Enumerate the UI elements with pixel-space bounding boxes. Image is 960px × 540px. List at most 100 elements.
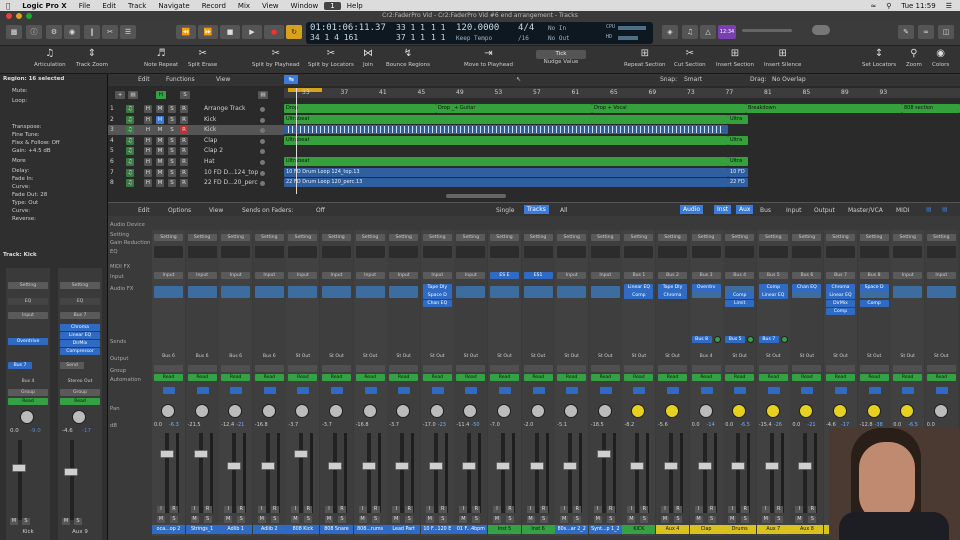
automation-read[interactable]: Read [725,374,755,381]
track-mute-button[interactable]: M [156,105,164,113]
automation-icon[interactable] [767,387,780,394]
browser-icon[interactable]: ◫ [938,25,954,39]
audio-fx-slot[interactable] [154,286,183,298]
audio-fx-plugin[interactable]: Tape Dly [658,284,687,291]
eq-thumbnail[interactable] [389,246,419,258]
output-slot[interactable]: St Out [927,353,956,360]
menu-navigate[interactable]: Navigate [152,2,195,10]
input-slot[interactable]: ES1 [523,272,553,279]
pan-knob[interactable] [765,404,780,418]
record-enable-button[interactable]: R [808,506,817,513]
setting-slot[interactable]: Setting [254,234,284,241]
strip-name[interactable]: Aux 7 [756,525,790,534]
output-slot[interactable]: St Out [288,353,317,360]
track-name[interactable]: 10 FD D...124_top [204,168,258,178]
pan-knob[interactable] [833,404,847,418]
solo-button[interactable]: S [405,516,414,523]
track-header[interactable]: 4 ♫ H M S R Clap [108,136,284,146]
cycle-icon[interactable]: ↻ [286,25,302,39]
input-monitor-button[interactable]: I [694,506,703,513]
setting-slot[interactable]: Setting [658,234,687,241]
pan-knob[interactable] [20,410,34,424]
record-enable-button[interactable]: R [774,506,783,513]
pan-knob[interactable] [698,404,713,418]
inspector-row[interactable]: Mute: [12,88,28,94]
strip-name[interactable]: Adlib 2 [252,525,286,534]
automation-icon[interactable] [566,387,579,394]
lcd-tempo-mode[interactable]: Keep Tempo [456,35,492,42]
eq-thumbnail[interactable] [590,246,620,258]
track-name[interactable]: Clap [204,136,217,146]
setting-slot[interactable]: Setting [288,234,318,241]
record-enable-button[interactable]: R [371,506,380,513]
eq-thumbnail[interactable] [893,246,923,258]
audio-fx-plugin[interactable]: Chroma [826,284,855,291]
mute-button[interactable]: M [157,516,165,523]
input-slot[interactable]: Input [389,272,419,279]
pan-knob[interactable] [194,404,209,418]
volume-fader[interactable] [227,462,242,470]
mute-button[interactable]: M [526,516,535,523]
automation-read[interactable]: Read [322,374,351,381]
send-level-knob[interactable] [747,336,755,343]
inspector-row[interactable]: Curve: [12,208,30,214]
pan-knob[interactable] [530,404,545,418]
mixer-view-menu[interactable]: View [209,207,223,214]
region-header[interactable]: Region: 16 selected [3,76,64,82]
input-monitor-button[interactable]: I [325,506,333,513]
input-monitor-button[interactable]: I [761,506,770,513]
audio-fx-slot[interactable] [590,286,620,298]
group-slot[interactable] [490,365,519,372]
mute-button[interactable]: M [291,516,300,523]
solo-button[interactable]: S [203,516,212,523]
solo-button[interactable]: S [573,516,582,523]
filter-output[interactable]: Output [814,207,835,214]
inspector-row[interactable]: Gain: +4.5 dB [12,148,51,154]
menu-window[interactable]: Window [285,2,325,10]
solo-button[interactable]: S [438,516,447,523]
input-monitor-button[interactable]: I [560,506,569,513]
input-slot[interactable]: Bus 1 [624,272,654,279]
record-enable-button[interactable]: R [506,506,514,513]
track-volume-dot[interactable] [260,107,265,112]
eq-thumbnail[interactable] [221,246,251,258]
mute-button[interactable]: M [761,516,770,523]
volume-fader[interactable] [328,462,342,470]
pan-knob[interactable] [72,410,86,424]
pan-knob[interactable] [933,404,948,418]
solo-button[interactable]: S [371,516,380,523]
send-slot[interactable]: Bus 7 [758,336,779,343]
flex-icon[interactable]: ↹ [284,75,298,84]
input-slot[interactable]: Input [254,272,284,279]
group-slot[interactable] [658,365,687,372]
lcd-time-signature[interactable]: 4/4 [518,23,534,33]
audio-fx-plugin[interactable]: Overdrv [691,284,721,291]
wide-view-icon[interactable]: ▤ [942,206,948,213]
horizontal-scrollbar[interactable] [446,194,506,198]
record-enable-button[interactable]: R [338,506,346,513]
volume-fader[interactable] [529,462,544,470]
group-slot[interactable]: Group [8,389,48,396]
setting-slot[interactable]: Setting [926,234,956,241]
automation-read[interactable]: Read [926,374,956,381]
filter-aux[interactable]: Aux [736,205,754,214]
menu-help[interactable]: Help [341,2,369,10]
hide-button[interactable]: H [156,91,166,99]
record-icon[interactable]: ● [264,25,284,39]
volume-fader[interactable] [428,462,443,470]
input-slot[interactable]: Input [221,272,251,279]
group-slot[interactable]: Group [60,389,100,396]
volume-fader[interactable] [764,462,779,470]
automation-read[interactable]: Read [490,374,519,381]
volume-fader[interactable] [294,450,309,458]
timeline-ruler[interactable]: 33 37 41 45 49 53 57 61 65 69 73 77 81 85 89 93 [284,88,960,98]
nudge-value-select[interactable]: Tick Nudge Value [536,50,586,65]
output-slot[interactable]: St Out [322,353,351,360]
input-monitor-button[interactable]: I [425,506,434,513]
drum-loop-region[interactable]: 10 FD [728,167,748,177]
strip-name[interactable]: Inst 6 [521,525,555,534]
insert-silence-button[interactable]: ⊞ Insert Silence [764,48,801,68]
audio-fx-plugin[interactable]: Limit [725,300,755,307]
input-slot[interactable]: Bus 6 [792,272,822,279]
automation-icon[interactable] [297,387,310,394]
